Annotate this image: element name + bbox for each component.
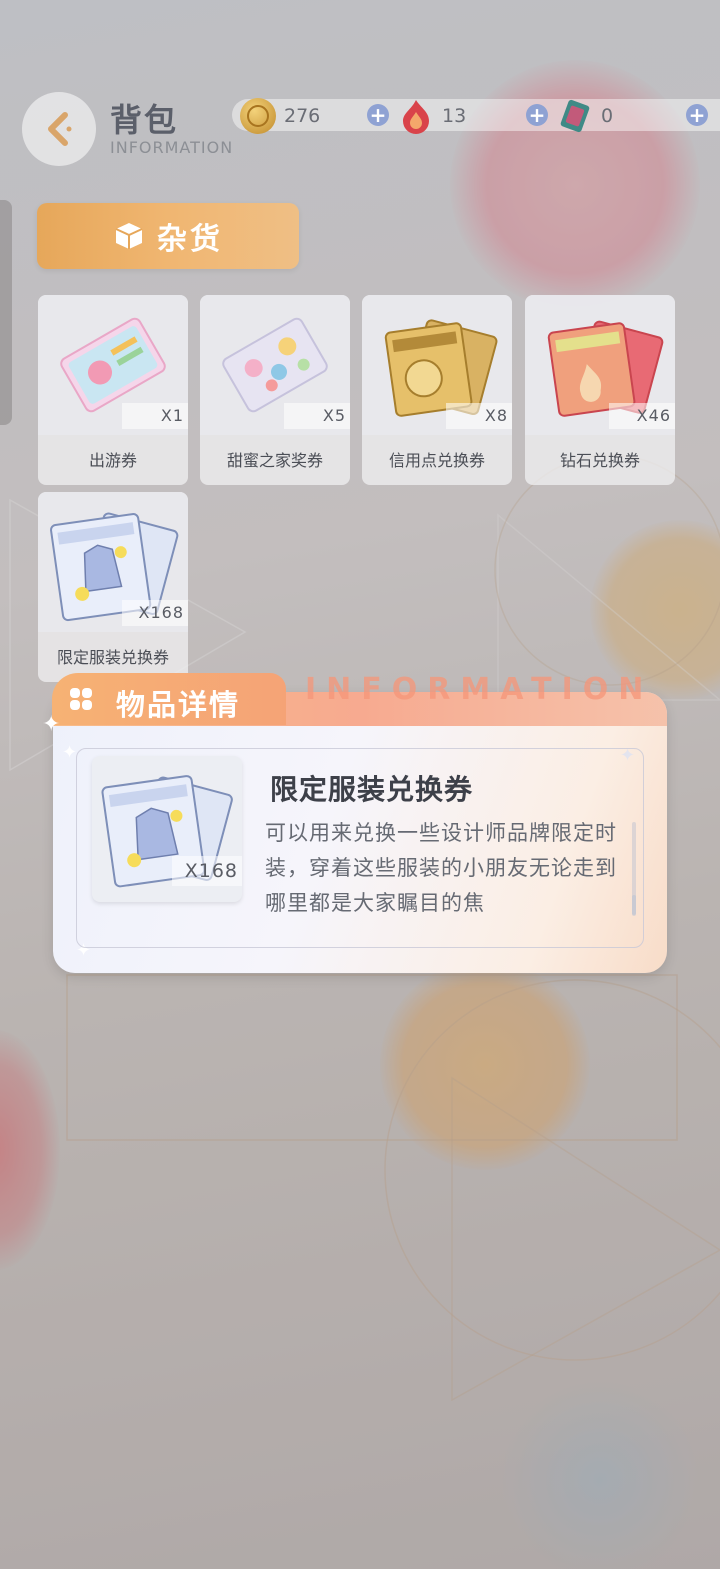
travel-ticket-icon: X1 [38, 295, 188, 435]
inventory-item[interactable]: X1 出游券 [38, 295, 188, 485]
credit-exchange-ticket-icon: X8 [362, 295, 512, 435]
gold-coin-icon [240, 98, 276, 134]
currency-gold-value: 276 [284, 105, 321, 127]
item-count: X8 [446, 403, 512, 429]
grid-icon [70, 688, 92, 710]
back-arrow-icon [48, 112, 72, 146]
item-name: 出游券 [88, 451, 137, 470]
page-title: 背包 [110, 101, 179, 139]
diamond-card-icon [557, 98, 593, 134]
page-subtitle: INFORMATION [110, 138, 234, 157]
item-detail-name: 限定服装兑换券 [270, 773, 474, 806]
item-count: X5 [284, 403, 350, 429]
sparkle-icon: ✦ [62, 742, 78, 763]
item-count: X1 [122, 403, 188, 429]
item-detail-description[interactable]: 可以用来兑换一些设计师品牌限定时装，穿着这些服装的小朋友无论走到哪里都是大家瞩目… [265, 816, 620, 920]
inventory-item[interactable]: X8 信用点兑换券 [362, 295, 512, 485]
add-flame-button[interactable]: + [526, 104, 548, 126]
item-count: X46 [609, 403, 675, 429]
flame-gem-icon [398, 98, 434, 134]
currency-gold: 276 [240, 96, 320, 136]
currency-diamond-value: 0 [601, 105, 614, 127]
currency-flame: 13 [398, 96, 466, 136]
description-scroll-thumb[interactable] [632, 895, 636, 915]
side-drawer-handle[interactable] [0, 200, 12, 425]
inventory-item[interactable]: X5 甜蜜之家奖券 [200, 295, 350, 485]
diamond-exchange-ticket-icon: X46 [525, 295, 675, 435]
sweet-home-ticket-icon: X5 [200, 295, 350, 435]
tab-groceries[interactable]: 杂货 [37, 203, 299, 269]
inventory-item[interactable]: X168 限定服装兑换券 [38, 492, 188, 682]
item-name: 限定服装兑换券 [56, 648, 169, 667]
back-button[interactable] [22, 92, 96, 166]
outfit-exchange-ticket-icon: X168 [38, 492, 188, 632]
currency-flame-value: 13 [442, 105, 467, 127]
detail-item-count: X168 [172, 856, 242, 886]
currency-diamond: 0 [557, 96, 613, 136]
box-icon [115, 223, 143, 249]
add-gold-button[interactable]: + [367, 104, 389, 126]
item-name: 甜蜜之家奖券 [226, 451, 323, 470]
add-diamond-button[interactable]: + [686, 104, 708, 126]
item-name: 信用点兑换券 [388, 451, 485, 470]
tab-groceries-label: 杂货 [157, 222, 223, 257]
item-count: X168 [122, 600, 188, 626]
item-detail-watermark: INFORMATION [305, 672, 654, 707]
outfit-exchange-ticket-icon: X168 [92, 756, 242, 902]
sparkle-icon: ✦ [42, 712, 61, 737]
inventory-item[interactable]: X46 钻石兑换券 [525, 295, 675, 485]
item-name: 钻石兑换券 [559, 451, 640, 470]
item-detail-title: 物品详情 [116, 688, 241, 722]
